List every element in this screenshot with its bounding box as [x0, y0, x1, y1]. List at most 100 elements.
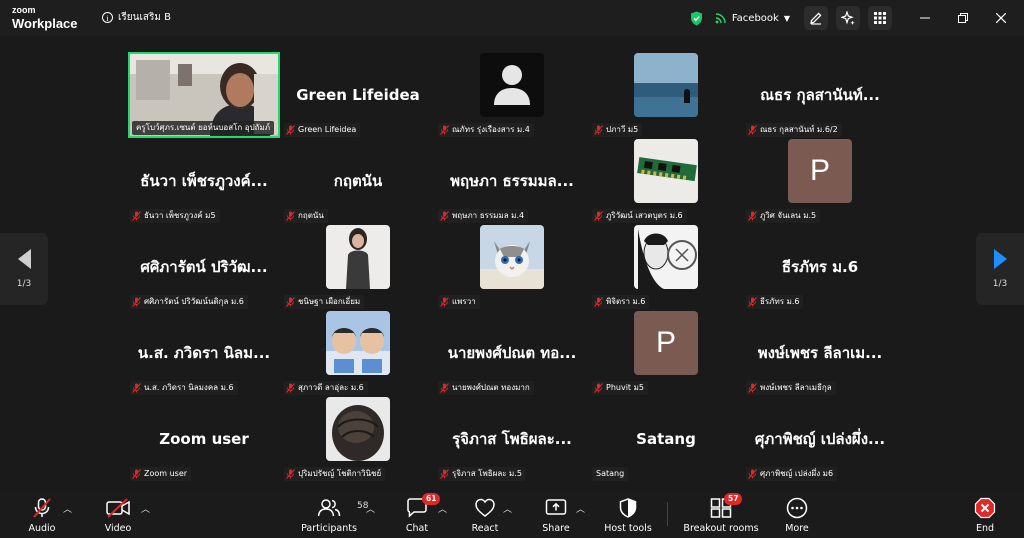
participant-name-label: ปภาวี ม5 — [592, 123, 643, 137]
react-options-caret-icon[interactable]: ︿ — [503, 502, 512, 515]
close-button[interactable] — [982, 13, 1020, 23]
livestream-icon — [715, 13, 726, 24]
more-label: More — [785, 523, 809, 534]
participant-tile-active-speaker[interactable]: ครูโบว์ศุภร.เซนต์ ยอห์นบอสโก อุปถัมภ์ — [128, 52, 280, 138]
participant-name: กฤตนัน — [298, 211, 324, 220]
audio-options-caret-icon[interactable]: ︿ — [63, 502, 72, 515]
mic-muted-icon — [594, 383, 603, 393]
close-icon — [996, 13, 1006, 23]
chat-options-caret-icon[interactable]: ︿ — [438, 502, 447, 515]
mic-muted-icon — [132, 297, 141, 307]
view-layout-button[interactable] — [868, 6, 892, 30]
avatar-letter: P — [634, 311, 698, 375]
react-button[interactable]: React — [466, 490, 504, 538]
participant-name: รุจิภาส โพธิผละ ม.5 — [452, 469, 522, 478]
participant-name-label: สุภาวดี ลาอุ่ละ ม.6 — [284, 381, 368, 395]
video-off-icon — [106, 498, 130, 518]
participant-tile[interactable]: พฤษภา ธรรมมล... พฤษภา ธรรมมล ม.4 — [436, 138, 588, 224]
participant-tile[interactable]: กฤตนัน กฤตนัน — [282, 138, 434, 224]
participant-tile[interactable]: ธีรภัทร ม.6 ธีรภัทร ม.6 — [744, 224, 896, 310]
title-bar: zoom Workplace i เรียนเสริม B Facebook ▼ — [0, 0, 1024, 36]
participant-tile[interactable]: ศุภาพิชญ์ เปล่งผึ่ง... ศุภาพิชญ์ เปล่งผึ่… — [744, 396, 896, 482]
host-tools-button[interactable]: Host tools — [600, 490, 656, 538]
participant-display-name: ธีรภัทร ม.6 — [781, 258, 859, 276]
video-options-caret-icon[interactable]: ︿ — [141, 502, 150, 515]
participant-name-label: แพรวา — [438, 295, 480, 309]
participant-tile[interactable]: สุภาวดี ลาอุ่ละ ม.6 — [282, 310, 434, 396]
participant-tile[interactable]: ธันวา เพ็ชรภูวงค์... ธันวา เพ็ชรภูวงค์ ม5 — [128, 138, 280, 224]
participant-tile[interactable]: ปุริมปรัชญ์ โชติกาวินิชย์ — [282, 396, 434, 482]
mic-muted-icon — [132, 383, 141, 393]
participant-name: น.ส. ภวิดรา นิลมงคล ม.6 — [144, 383, 234, 392]
participant-name: ปุริมปรัชญ์ โชติกาวินิชย์ — [298, 469, 382, 478]
participant-tile[interactable]: ณภัทร รุ่งเรืองสาร ม.4 — [436, 52, 588, 138]
mic-muted-icon — [132, 211, 141, 221]
participant-tile[interactable]: ปภาวี ม5 — [590, 52, 742, 138]
video-label: Video — [104, 523, 132, 534]
previous-page-button[interactable]: 1/3 — [0, 233, 48, 305]
participant-tile[interactable]: ณธร กุลสานันท์... ณธร กุลสานันท์ ม.6/2 — [744, 52, 896, 138]
avatar-picture — [326, 397, 390, 461]
participant-tile[interactable]: Green Lifeidea Green Lifeidea — [282, 52, 434, 138]
participant-display-name: พงษ์เพชร ลีลาเม... — [757, 344, 883, 362]
avatar-picture — [480, 53, 544, 117]
participant-name: ณธร กุลสานันท์ ม.6/2 — [760, 125, 838, 134]
participant-tile[interactable]: ภูริวัฒน์ เสวตบุตร ม.6 — [590, 138, 742, 224]
participant-tile[interactable]: น.ส. ภวิดรา นิลม... น.ส. ภวิดรา นิลมงคล ม… — [128, 310, 280, 396]
page-indicator-left: 1/3 — [16, 279, 32, 289]
participant-name-label: ศศิภารัตน์ ปริวัฒน์นดิกุล ม.6 — [130, 295, 248, 309]
participant-tile[interactable]: พิจิตรา ม.6 — [590, 224, 742, 310]
participant-tile[interactable]: P ภูวิศ จันเลน ม.5 — [744, 138, 896, 224]
livestream-target: Facebook — [731, 12, 779, 24]
annotate-button[interactable] — [804, 6, 828, 30]
participant-name: ศศิภารัตน์ ปริวัฒน์นดิกุล ม.6 — [144, 297, 244, 306]
video-button[interactable]: Video — [96, 490, 140, 538]
minimize-icon — [920, 17, 930, 19]
participant-display-name: ธันวา เพ็ชรภูวงค์... — [140, 172, 268, 190]
participant-display-name: ณธร กุลสานันท์... — [760, 86, 880, 104]
share-button[interactable]: Share — [537, 490, 575, 538]
meeting-info-button[interactable]: i เรียนเสริม B — [102, 10, 171, 25]
chat-label: Chat — [405, 523, 429, 534]
participant-display-name: น.ส. ภวิดรา นิลม... — [137, 344, 271, 362]
participant-tile[interactable]: ศศิภารัตน์ ปริวัฒ... ศศิภารัตน์ ปริวัฒน์น… — [128, 224, 280, 310]
restore-icon — [958, 13, 968, 23]
gallery-view: 1/3 1/3 ครูโบว์ศุภร.เซนต์ ยอห์นบอสโก อุป… — [0, 36, 1024, 490]
security-shield-icon[interactable] — [690, 11, 703, 26]
participant-tile[interactable]: ชนิษฐา เผือกเอี่ยม — [282, 224, 434, 310]
participant-name-label: ศุภาพิชญ์ เปล่งผึ่ง ม6 — [746, 467, 838, 481]
participants-options-caret-icon[interactable]: ︿ — [366, 502, 375, 515]
participant-tile[interactable]: รุจิภาส โพธิผละ... รุจิภาส โพธิผละ ม.5 — [436, 396, 588, 482]
restore-button[interactable] — [944, 13, 982, 23]
participant-tile[interactable]: แพรวา — [436, 224, 588, 310]
next-page-button[interactable]: 1/3 — [976, 233, 1024, 305]
participant-tile[interactable]: Zoom user Zoom user — [128, 396, 280, 482]
participant-tile[interactable]: Satang Satang — [590, 396, 742, 482]
participant-tile[interactable]: นายพงศ์ปณต ทอ... นายพงศ์ปณต ทองมาก — [436, 310, 588, 396]
logo-zoom: zoom — [12, 5, 36, 15]
zoom-logo: zoom Workplace — [12, 5, 78, 30]
participant-display-name: รุจิภาส โพธิผละ... — [452, 430, 572, 448]
livestream-facebook-button[interactable]: Facebook ▼ — [715, 12, 790, 24]
participant-name: ครูโบว์ศุภร.เซนต์ ยอห์นบอสโก อุปถัมภ์ — [136, 123, 271, 132]
participants-button[interactable]: 58 Participants — [300, 490, 368, 538]
more-icon — [786, 497, 808, 519]
breakout-rooms-button[interactable]: 57 Breakout rooms — [683, 490, 759, 538]
heart-icon — [475, 498, 495, 517]
more-button[interactable]: More — [778, 490, 816, 538]
participant-name: ภูริวัฒน์ เสวตบุตร ม.6 — [606, 211, 683, 220]
share-options-caret-icon[interactable]: ︿ — [576, 502, 585, 515]
participant-tile[interactable]: พงษ์เพชร ลีลาเม... พงษ์เพชร ลีลาเมธีกุล — [744, 310, 896, 396]
minimize-button[interactable] — [906, 13, 944, 23]
participant-name: ธันวา เพ็ชรภูวงค์ ม5 — [144, 211, 216, 220]
ai-companion-button[interactable] — [836, 6, 860, 30]
participant-name: ปภาวี ม5 — [606, 125, 639, 134]
avatar-picture — [480, 225, 544, 289]
top-right-controls: Facebook ▼ — [690, 0, 1024, 36]
participant-display-name: ศุภาพิชญ์ เปล่งผึ่ง... — [754, 430, 886, 448]
chat-button[interactable]: 61 Chat — [400, 490, 441, 538]
participant-name-label: พิจิตรา ม.6 — [592, 295, 650, 309]
end-meeting-button[interactable]: End — [966, 490, 1004, 538]
participant-tile[interactable]: P Phuvit ม5 — [590, 310, 742, 396]
audio-button[interactable]: Audio — [20, 490, 64, 538]
